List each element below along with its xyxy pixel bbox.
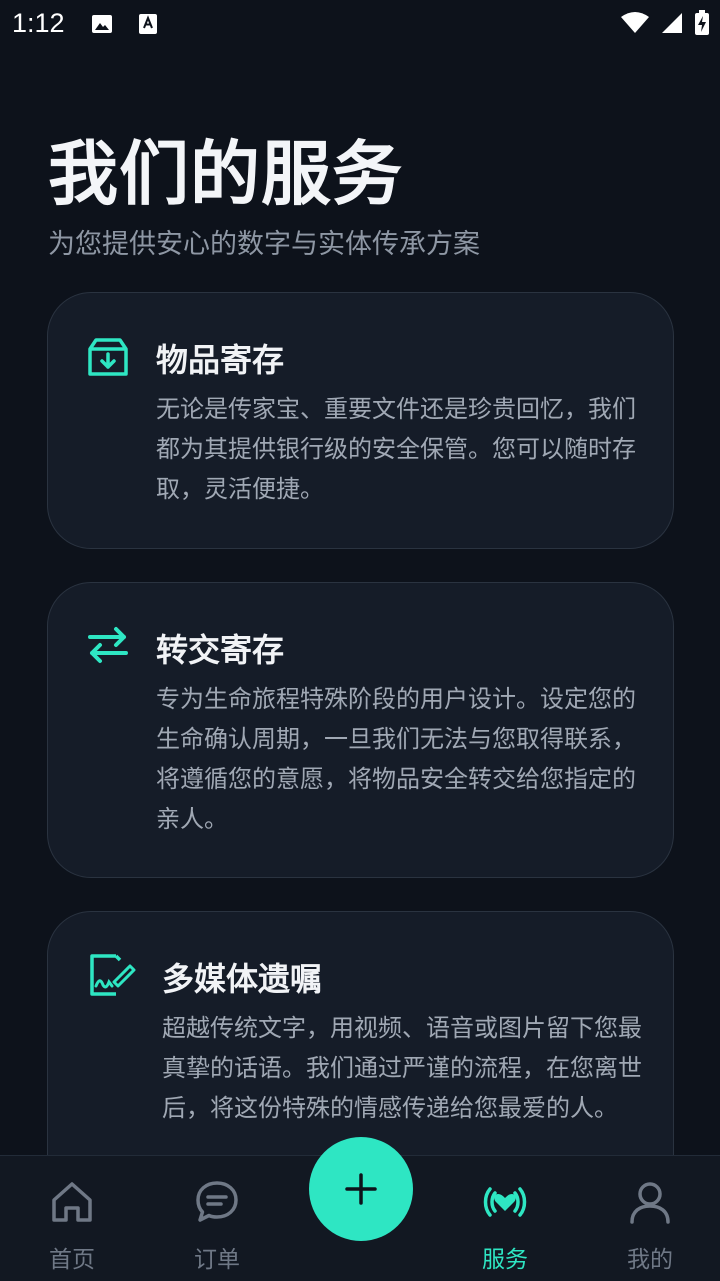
signature-document-icon [90, 954, 136, 996]
service-title: 物品寄存 [156, 341, 285, 379]
user-icon [630, 1182, 670, 1224]
archive-download-icon [88, 338, 128, 376]
service-card-storage[interactable]: 物品寄存 无论是传家宝、重要文件还是珍贵回忆，我们都为其提供银行级的安全保管。您… [47, 292, 674, 549]
app-notification-icon [139, 14, 157, 34]
nav-item-orders[interactable]: 订单 [147, 1156, 287, 1281]
service-description: 专为生命旅程特殊阶段的用户设计。设定您的生命确认周期，一旦我们无法与您取得联系，… [156, 685, 636, 833]
nav-label: 订单 [194, 1247, 240, 1273]
status-time: 1:12 [12, 8, 65, 38]
wifi-icon [621, 12, 649, 33]
nav-label: 首页 [49, 1247, 95, 1273]
add-button[interactable] [309, 1137, 413, 1241]
transfer-arrows-icon [88, 627, 128, 663]
battery-charging-icon [695, 10, 709, 35]
nav-item-profile[interactable]: 我的 [580, 1156, 720, 1281]
chat-bubble-icon [196, 1181, 238, 1222]
service-title: 多媒体遗嘱 [162, 960, 323, 998]
page-subtitle: 为您提供安心的数字与实体传承方案 [48, 229, 480, 260]
service-card-transfer[interactable]: 转交寄存 专为生命旅程特殊阶段的用户设计。设定您的生命确认周期，一旦我们无法与您… [47, 582, 674, 878]
image-notification-icon [92, 15, 112, 33]
status-bar: 1:12 [0, 0, 720, 50]
page-title: 我们的服务 [48, 133, 403, 215]
home-icon [52, 1182, 92, 1222]
status-icons [620, 10, 710, 36]
signal-icon [662, 13, 682, 33]
nav-label: 我的 [627, 1247, 673, 1273]
heart-broadcast-icon [483, 1187, 527, 1217]
nav-item-services[interactable]: 服务 [435, 1156, 575, 1281]
nav-label: 服务 [482, 1247, 528, 1273]
service-description: 无论是传家宝、重要文件还是珍贵回忆，我们都为其提供银行级的安全保管。您可以随时存… [156, 395, 636, 503]
service-title: 转交寄存 [156, 631, 285, 669]
service-description: 超越传统文字，用视频、语音或图片留下您最真挚的话语。我们通过严谨的流程，在您离世… [162, 1014, 642, 1122]
plus-icon [345, 1173, 377, 1205]
nav-item-home[interactable]: 首页 [2, 1156, 142, 1281]
